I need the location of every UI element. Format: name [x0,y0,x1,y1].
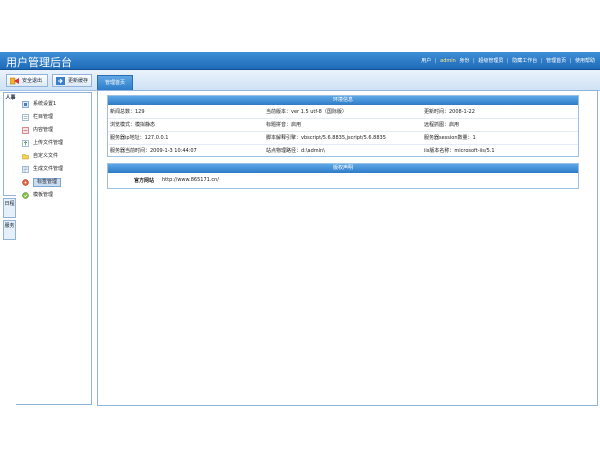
logout-button[interactable]: 安全退出 [6,74,48,87]
info-cell: iis版本名称：microsoft-iis/5.1 [424,148,495,154]
info-cell: 标题拼音：启用 [266,122,302,128]
official-site-link[interactable]: http://www.865171.cn/ [162,177,219,183]
main-panel: 环境信息 新闻总数：129 当前版本：ver 1.5 utf-8（国际版） 更新… [97,90,598,406]
top-nav: 用户 | admin 身份 | 超级管理员 | 隐藏工作台 | 管理首页 | 使… [421,58,595,64]
sidebar-item-label: 系统设置1 [33,101,57,107]
sidebar-tabs: 人事 日程 服务 [3,92,17,405]
sidebar-item-content[interactable]: 内容管理 [22,126,88,135]
info-cell: 脚本解释引擎：vbscript/5.6.8835,jscript/5.6.883… [266,135,386,141]
environment-info-title: 环境信息 [108,96,578,105]
info-cell: 服务器当前时间：2009-1-3 10:44:07 [110,148,197,154]
refresh-label: 更新缓存 [68,78,89,84]
sidebar-item-upload-files[interactable]: 上传文件管理 [22,139,88,148]
info-cell: 远程抓图：启用 [424,122,460,128]
sidebar-item-generated-files[interactable]: 生成文件管理 [22,165,88,174]
environment-info: 环境信息 新闻总数：129 当前版本：ver 1.5 utf-8（国际版） 更新… [107,95,579,157]
info-cell: 浏览模式：模拟静态 [110,122,156,128]
logout-label: 安全退出 [22,78,43,84]
upload-icon [22,140,29,147]
official-site-row: 官方网站 http://www.865171.cn/ [108,174,578,186]
info-cell: 当前版本：ver 1.5 utf-8（国际版） [266,109,347,115]
copyright-notice: 版权声明 官方网站 http://www.865171.cn/ [107,163,579,189]
nav-help[interactable]: 使用帮助 [575,58,595,64]
tab-richeng[interactable]: 日程 [3,198,16,218]
folder-icon [22,154,29,160]
sidebar-item-system-settings[interactable]: 系统设置1 [22,100,88,109]
nav-hidden-workbench[interactable]: 隐藏工作台 [512,58,537,64]
template-icon [22,192,29,199]
info-cell: 站点物理路径：d:\admin\ [266,148,325,154]
info-cell: 服务器ip地址：127.0.0.1 [110,135,169,141]
sidebar-item-label: 生成文件管理 [33,166,64,172]
nav-super-admin[interactable]: 超级管理员 [478,58,503,64]
column-icon [22,114,29,121]
toolbar: 安全退出 更新缓存 管理首页 [0,70,600,91]
sidebar-item-templates[interactable]: 模板管理 [22,191,88,200]
copyright-notice-title: 版权声明 [108,164,578,173]
info-cell: 更新时间：2008-1-22 [424,109,475,115]
nav-admin-home[interactable]: 管理首页 [546,58,566,64]
app-title: 用户管理后台 [6,56,72,69]
sidebar-item-label: 内容管理 [33,127,54,133]
header-bar: 用户管理后台 用户 | admin 身份 | 超级管理员 | 隐藏工作台 | 管… [0,52,600,70]
table-row: 服务器当前时间：2009-1-3 10:44:07 站点物理路径：d:\admi… [108,145,578,157]
official-site-label: 官方网站 [134,178,155,184]
tab-fuwu[interactable]: 服务 [3,220,16,240]
info-cell: 服务器session数量：1 [424,135,476,141]
sidebar-item-custom-files[interactable]: 自定义文件 [22,152,88,161]
user-name: admin [440,58,456,64]
sidebar-item-label: 模板管理 [33,192,54,198]
sidebar-item-columns[interactable]: 栏目管理 [22,113,88,122]
info-cell: 新闻总数：129 [110,109,145,115]
content-icon [22,127,29,134]
sidebar-item-label: 标签管理 [33,178,62,187]
user-label: 用户 [421,58,432,64]
sidebar-item-label: 栏目管理 [33,114,54,120]
table-row: 新闻总数：129 当前版本：ver 1.5 utf-8（国际版） 更新时间：20… [108,106,578,119]
generate-icon [22,166,29,173]
sidebar-item-label: 自定义文件 [33,153,59,159]
refresh-icon [56,77,65,85]
tab-admin-home[interactable]: 管理首页 [97,75,133,90]
refresh-cache-button[interactable]: 更新缓存 [52,74,92,87]
sidebar-item-tags[interactable]: 标签管理 [22,178,88,187]
sidebar-item-label: 上传文件管理 [33,140,64,146]
sidebar-menu: 系统设置1 栏目管理 内容管理 上传文件管理 自定义文件 生成文件管理 标签管理… [16,92,92,405]
logout-icon [10,77,19,85]
table-row: 服务器ip地址：127.0.0.1 脚本解释引擎：vbscript/5.6.88… [108,132,578,145]
tag-icon [22,179,29,186]
settings-icon [22,101,29,108]
table-row: 浏览模式：模拟静态 标题拼音：启用 远程抓图：启用 [108,119,578,132]
role-label: 身份 [459,58,470,64]
tab-renshi[interactable]: 人事 [3,92,17,196]
